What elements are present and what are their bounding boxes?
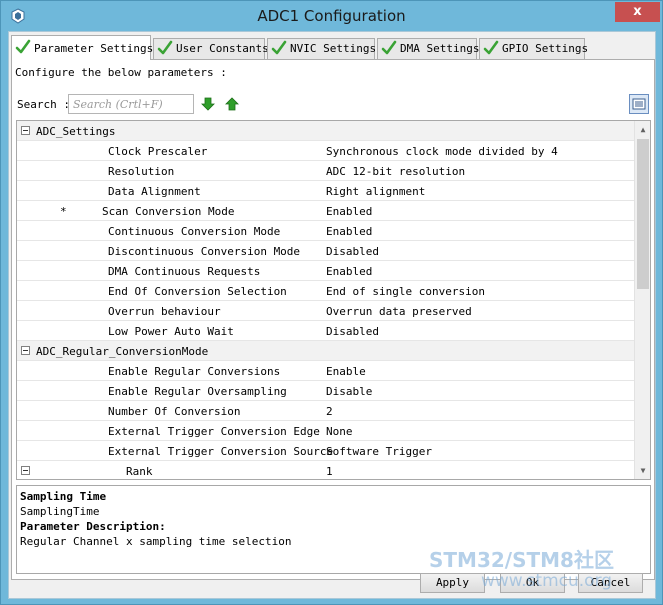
group-row[interactable]: ADC_Regular_ConversionMode xyxy=(17,341,634,361)
table-row[interactable]: Rank 1 xyxy=(17,461,634,479)
tab-label: GPIO Settings xyxy=(502,42,589,55)
view-toggle-button[interactable] xyxy=(629,94,649,114)
param-value[interactable]: Synchronous clock mode divided by 4 xyxy=(326,145,558,158)
table-row[interactable]: Overrun behaviour Overrun data preserved xyxy=(17,301,634,321)
table-row[interactable]: DMA Continuous Requests Enabled xyxy=(17,261,634,281)
tab-label: User Constants xyxy=(176,42,269,55)
param-name: Number Of Conversion xyxy=(108,405,241,418)
param-name: End Of Conversion Selection xyxy=(108,285,287,298)
collapse-icon[interactable] xyxy=(21,126,30,135)
table-row[interactable]: Low Power Auto Wait Disabled xyxy=(17,321,634,341)
check-icon xyxy=(483,40,499,55)
param-value[interactable]: Disabled xyxy=(326,245,379,258)
check-icon xyxy=(157,40,173,55)
table-row[interactable]: Resolution ADC 12-bit resolution xyxy=(17,161,634,181)
close-icon: x xyxy=(633,4,642,19)
param-name: Overrun behaviour xyxy=(108,305,221,318)
param-name: Low Power Auto Wait xyxy=(108,325,234,338)
param-value[interactable]: Disable xyxy=(326,385,372,398)
param-name: Discontinuous Conversion Mode xyxy=(108,245,301,258)
table-row[interactable]: Enable Regular Conversions Enable xyxy=(17,361,634,381)
description-name: SamplingTime xyxy=(20,505,100,518)
group-row[interactable]: ADC_Settings xyxy=(17,121,634,141)
param-value[interactable]: Software Trigger xyxy=(326,445,432,458)
table-row[interactable]: Data Alignment Right alignment xyxy=(17,181,634,201)
param-value[interactable]: Right alignment xyxy=(326,185,425,198)
table-row[interactable]: External Trigger Conversion Source Softw… xyxy=(17,441,634,461)
watermark-logo: STM32/STM8社区 xyxy=(429,548,614,572)
table-row[interactable]: Continuous Conversion Mode Enabled xyxy=(17,221,634,241)
scroll-up-icon[interactable]: ▲ xyxy=(635,121,650,138)
param-value[interactable]: Enabled xyxy=(326,205,372,218)
tab-nvic-settings[interactable]: NVIC Settings xyxy=(267,38,377,59)
parameter-settings-panel: Configure the below parameters : Search … xyxy=(11,59,655,580)
table-row[interactable]: External Trigger Conversion Edge None xyxy=(17,421,634,441)
param-value[interactable]: End of single conversion xyxy=(326,285,485,298)
arrow-down-icon[interactable] xyxy=(200,96,216,112)
description-heading: Parameter Description: xyxy=(20,520,166,533)
list-view-icon xyxy=(632,98,646,110)
param-name: Enable Regular Conversions xyxy=(108,365,281,378)
tab-user-constants[interactable]: User Constants xyxy=(153,38,269,59)
close-button[interactable]: x xyxy=(615,2,660,22)
watermark-url: www.stmcu.org xyxy=(481,571,613,591)
check-icon xyxy=(381,40,397,55)
search-label: Search : xyxy=(17,98,70,111)
param-name: Continuous Conversion Mode xyxy=(108,225,281,238)
table-row[interactable]: * Scan Conversion Mode Enabled xyxy=(17,201,634,221)
scroll-down-icon[interactable]: ▼ xyxy=(635,462,650,479)
collapse-icon[interactable] xyxy=(21,346,30,355)
param-name: Clock Prescaler xyxy=(108,145,208,158)
param-name: Enable Regular Oversampling xyxy=(108,385,287,398)
tab-label: NVIC Settings xyxy=(290,42,377,55)
table-row[interactable]: Number Of Conversion 2 xyxy=(17,401,634,421)
scroll-thumb[interactable] xyxy=(637,139,649,289)
group-name: ADC_Settings xyxy=(36,125,116,138)
collapse-icon[interactable] xyxy=(21,466,30,475)
param-name: Scan Conversion Mode xyxy=(102,205,235,218)
param-value[interactable]: Enabled xyxy=(326,265,372,278)
param-name: External Trigger Conversion Edge xyxy=(108,425,320,438)
tab-parameter-settings[interactable]: Parameter Settings xyxy=(11,35,154,60)
tab-strip: Parameter Settings User Constants NVIC S… xyxy=(11,35,655,60)
arrow-up-icon[interactable] xyxy=(224,96,240,112)
vertical-scrollbar[interactable]: ▲ ▼ xyxy=(634,121,650,479)
modified-marker: * xyxy=(60,205,67,218)
param-name: Resolution xyxy=(108,165,175,178)
param-name: Data Alignment xyxy=(108,185,201,198)
table-row[interactable]: Discontinuous Conversion Mode Disabled xyxy=(17,241,634,261)
param-name: DMA Continuous Requests xyxy=(108,265,261,278)
param-name: Rank xyxy=(126,465,153,478)
property-grid: ADC_Settings Clock Prescaler Synchronous… xyxy=(16,120,651,480)
dialog-client: Parameter Settings User Constants NVIC S… xyxy=(8,31,656,599)
tab-dma-settings[interactable]: DMA Settings xyxy=(377,38,480,59)
search-input[interactable] xyxy=(68,94,194,114)
tab-gpio-settings[interactable]: GPIO Settings xyxy=(479,38,589,59)
param-value[interactable]: ADC 12-bit resolution xyxy=(326,165,465,178)
param-value[interactable]: Overrun data preserved xyxy=(326,305,472,318)
param-value[interactable]: None xyxy=(326,425,353,438)
param-value[interactable]: 1 xyxy=(326,465,333,478)
param-value[interactable]: Disabled xyxy=(326,325,379,338)
table-row[interactable]: Clock Prescaler Synchronous clock mode d… xyxy=(17,141,634,161)
description-text: Regular Channel x sampling time selectio… xyxy=(20,535,292,548)
check-icon xyxy=(15,39,31,54)
param-value[interactable]: Enabled xyxy=(326,225,372,238)
dialog-window: ADC1 Configuration x Parameter Settings … xyxy=(0,0,663,605)
param-value[interactable]: Enable xyxy=(326,365,366,378)
description-title: Sampling Time xyxy=(20,490,107,503)
group-name: ADC_Regular_ConversionMode xyxy=(36,345,209,358)
check-icon xyxy=(271,40,287,55)
panel-prompt: Configure the below parameters : xyxy=(15,66,227,79)
window-title: ADC1 Configuration xyxy=(257,7,406,25)
tab-label: Parameter Settings xyxy=(34,42,154,55)
table-row[interactable]: Enable Regular Oversampling Disable xyxy=(17,381,634,401)
tab-label: DMA Settings xyxy=(400,42,480,55)
param-name: External Trigger Conversion Source xyxy=(108,445,334,458)
param-value[interactable]: 2 xyxy=(326,405,333,418)
title-bar[interactable]: ADC1 Configuration x xyxy=(1,1,662,31)
apply-button[interactable]: Apply xyxy=(420,573,485,593)
table-row[interactable]: End Of Conversion Selection End of singl… xyxy=(17,281,634,301)
